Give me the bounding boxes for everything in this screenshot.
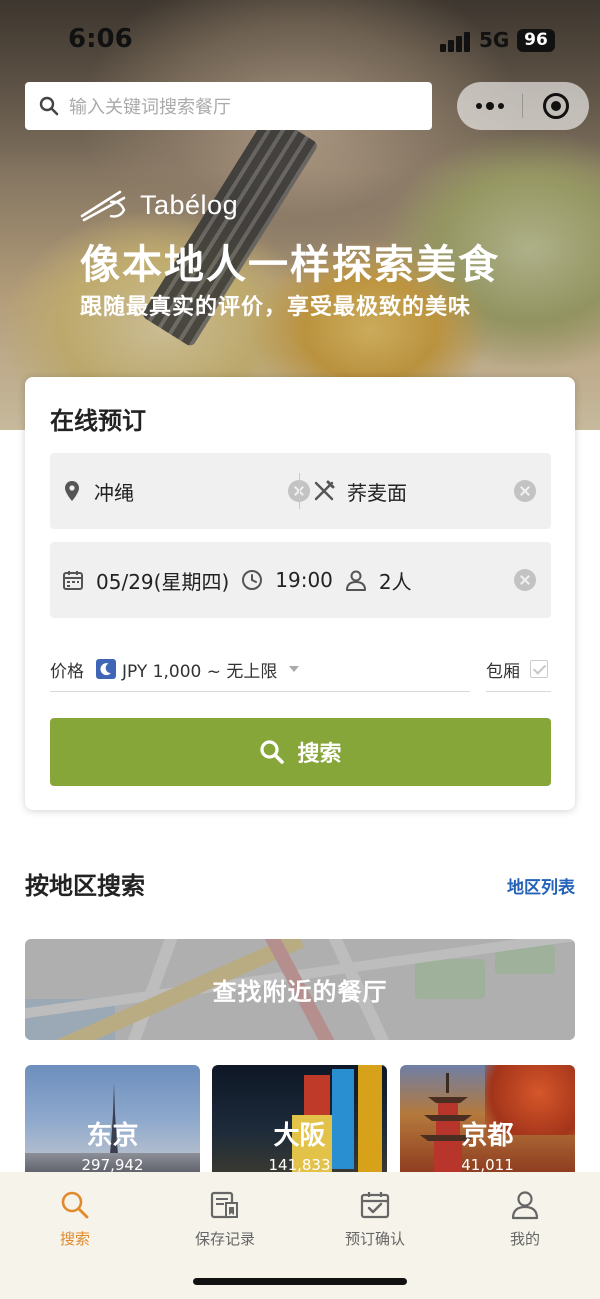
price-label: 价格 xyxy=(50,661,84,682)
tab-profile[interactable]: 我的 xyxy=(470,1186,580,1249)
nearby-restaurants-map[interactable]: 查找附近的餐厅 xyxy=(25,939,575,1040)
search-placeholder: 输入关键词搜索餐厅 xyxy=(69,97,231,118)
person-icon xyxy=(345,570,366,591)
tab-search[interactable]: 搜索 xyxy=(20,1186,130,1249)
party-value: 2人 xyxy=(378,569,412,594)
datetime-field[interactable]: 05/29(星期四) 19:00 2人 xyxy=(62,542,412,618)
brand-name: Tabélog xyxy=(140,189,239,220)
clock-icon xyxy=(242,570,263,590)
booking-card: 在线预订 冲绳 荞麦面 05/29(星期四) 19:00 2人 价格 JPY 1… xyxy=(25,377,575,810)
booking-title: 在线预订 xyxy=(50,407,146,435)
status-time: 6:06 xyxy=(68,24,133,54)
brand-logo: Tabélog xyxy=(80,188,238,222)
tab-reservations[interactable]: 预订确认 xyxy=(320,1186,430,1249)
location-field[interactable]: 冲绳 xyxy=(64,453,134,529)
dropdown-caret-icon xyxy=(289,666,300,672)
dinner-moon-icon xyxy=(96,659,116,679)
region-section-title: 按地区搜索 xyxy=(25,872,145,900)
city-name: 东京 xyxy=(86,1121,139,1151)
battery-icon: 96 xyxy=(517,29,555,52)
search-icon xyxy=(260,740,285,764)
region-list-link[interactable]: 地区列表 xyxy=(507,873,575,898)
cuisine-field[interactable]: 荞麦面 xyxy=(313,453,407,529)
tab-saved[interactable]: 保存记录 xyxy=(170,1186,280,1249)
search-icon xyxy=(61,1191,89,1219)
private-room-checkbox[interactable] xyxy=(530,660,548,678)
search-button-label: 搜索 xyxy=(297,742,342,767)
city-name: 大阪 xyxy=(273,1121,326,1151)
location-pin-icon xyxy=(65,481,79,501)
private-room-toggle[interactable]: 包厢 xyxy=(486,647,551,692)
signal-icon xyxy=(440,32,470,52)
price-value: JPY 1,000 ~ 无上限 xyxy=(122,661,278,682)
calendar-check-icon xyxy=(360,1192,390,1219)
price-selector[interactable]: 价格 JPY 1,000 ~ 无上限 xyxy=(50,647,470,692)
tab-label: 搜索 xyxy=(59,1230,90,1248)
app-screen: 6:06 5G 96 输入关键词搜索餐厅 Tabélog 像本地人一样探索美食 … xyxy=(0,0,600,1299)
hero-subline: 跟随最真实的评价，享受最极致的美味 xyxy=(80,295,472,320)
chopsticks-logo-icon xyxy=(80,190,126,222)
tab-label: 预订确认 xyxy=(344,1230,405,1248)
private-room-label: 包厢 xyxy=(486,661,520,682)
clear-cuisine-icon[interactable] xyxy=(514,480,536,502)
time-value: 19:00 xyxy=(275,568,333,592)
status-bar: 6:06 5G 96 xyxy=(0,22,600,62)
tab-label: 我的 xyxy=(509,1230,540,1248)
search-button[interactable]: 搜索 xyxy=(50,718,551,786)
saved-list-icon xyxy=(210,1191,238,1219)
search-input[interactable]: 输入关键词搜索餐厅 xyxy=(25,82,432,130)
location-cuisine-box: 冲绳 荞麦面 xyxy=(50,453,551,529)
tab-label: 保存记录 xyxy=(194,1230,255,1248)
city-card-kyoto[interactable]: 京都 41,011 xyxy=(400,1065,575,1175)
more-options-icon[interactable] xyxy=(457,101,522,110)
location-value: 冲绳 xyxy=(94,480,134,505)
calendar-icon xyxy=(63,571,83,590)
clear-datetime-icon[interactable] xyxy=(514,569,536,591)
city-card-tokyo[interactable]: 东京 297,942 xyxy=(25,1065,200,1175)
close-miniprogram-icon[interactable] xyxy=(523,92,589,120)
user-icon xyxy=(511,1191,539,1220)
fork-knife-icon xyxy=(314,480,335,501)
city-card-osaka[interactable]: 大阪 141,833 xyxy=(212,1065,387,1175)
nearby-label: 查找附近的餐厅 xyxy=(212,978,388,1006)
datetime-party-box[interactable]: 05/29(星期四) 19:00 2人 xyxy=(50,542,551,618)
search-icon xyxy=(39,96,59,116)
miniprogram-capsule xyxy=(457,82,589,130)
date-value: 05/29(星期四) xyxy=(96,569,230,594)
cuisine-value: 荞麦面 xyxy=(347,480,407,505)
network-type: 5G xyxy=(479,28,510,52)
home-indicator xyxy=(193,1278,407,1285)
city-name: 京都 xyxy=(461,1121,514,1151)
hero-headline: 像本地人一样探索美食 xyxy=(80,242,500,288)
